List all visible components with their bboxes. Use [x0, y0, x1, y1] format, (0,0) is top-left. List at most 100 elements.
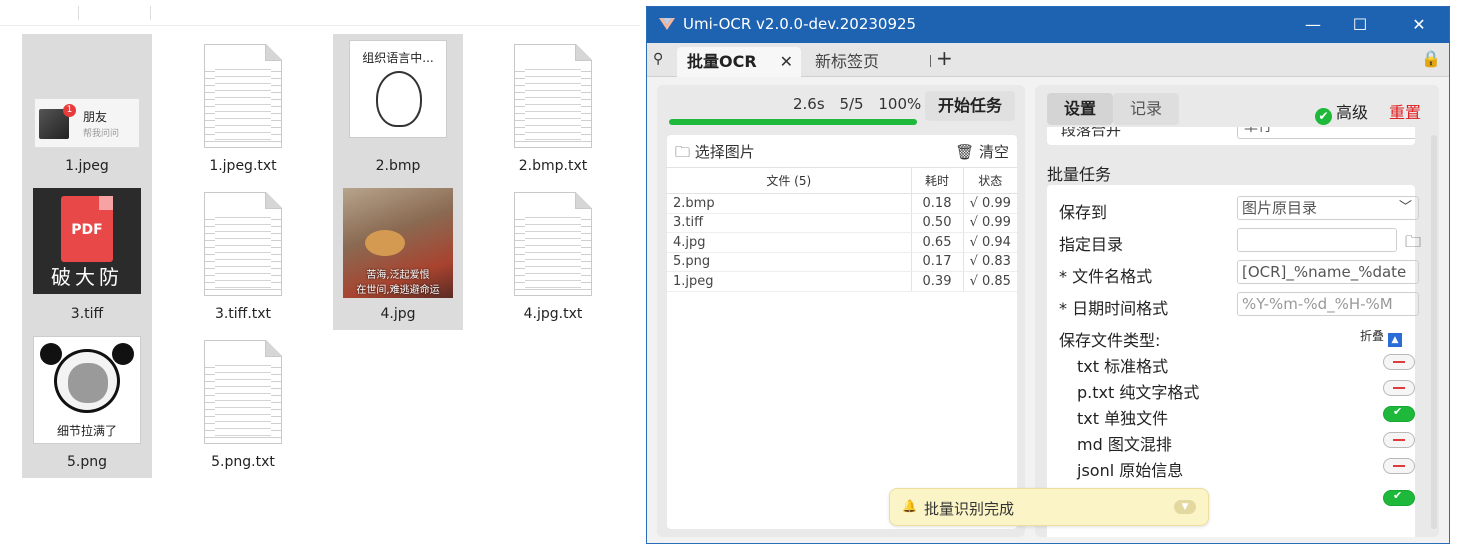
scrollbar[interactable]: [1431, 135, 1437, 529]
thumb-text: 在世间,难逃避命运: [356, 285, 440, 296]
text-document-icon: [204, 192, 282, 296]
tab-close-icon[interactable]: ✕: [780, 47, 793, 77]
tab-records[interactable]: 记录: [1113, 93, 1179, 125]
file-tile-4-jpg-txt[interactable]: 4.jpg.txt: [488, 182, 618, 330]
file-tile-1-jpeg[interactable]: 1 朋友 帮我问问 1.jpeg: [22, 34, 152, 182]
add-tab-button[interactable]: +: [936, 46, 953, 70]
window-title: Umi-OCR v2.0.0-dev.20230925: [683, 15, 917, 33]
tab-settings[interactable]: 设置: [1047, 93, 1113, 125]
toggle-switch[interactable]: [1383, 489, 1415, 506]
cell-time: 0.17: [910, 252, 963, 272]
file-name: 4.jpg: [380, 306, 416, 322]
cell-status: √ 0.99: [962, 193, 1017, 214]
panda-ear: [40, 343, 62, 365]
cell-status: √ 0.99: [962, 213, 1017, 233]
title-bar[interactable]: Umi-OCR v2.0.0-dev.20230925 — ☐ ✕: [647, 7, 1449, 43]
cell-time: 0.65: [910, 232, 963, 253]
minimize-button[interactable]: —: [1300, 13, 1326, 37]
fold-toggle[interactable]: 折叠 ▲: [1360, 327, 1403, 347]
setting-label: 指定目录: [1059, 235, 1124, 254]
save-to-select[interactable]: 图片原目录 ﹀: [1237, 196, 1419, 220]
toggle-switch[interactable]: [1383, 405, 1415, 422]
cell-time: 0.39: [910, 271, 963, 292]
setting-label: * 文件名格式: [1059, 267, 1153, 286]
table-row[interactable]: 2.bmp 0.18 √ 0.99: [667, 193, 1017, 214]
cell-file: 1.jpeg: [667, 271, 911, 292]
maximize-button[interactable]: ☐: [1347, 13, 1373, 37]
filetype-row-jsonl: jsonl 原始信息: [1047, 451, 1415, 481]
table-row[interactable]: 3.tiff 0.50 √ 0.99: [667, 213, 1017, 233]
chevron-down-icon: ﹀: [1398, 200, 1412, 215]
task-panel: 2.6s 5/5 100% 开始任务 🗀 选择图片 🗑 清空 文件 (5) 耗时…: [657, 85, 1025, 537]
image-thumbnail: 1 朋友 帮我问问: [34, 98, 140, 148]
select-value: 图片原目录: [1242, 199, 1318, 217]
umi-ocr-window: Umi-OCR v2.0.0-dev.20230925 — ☐ ✕ ⚲ 批量OC…: [646, 6, 1450, 544]
text-document-icon: [204, 44, 282, 148]
panda-ear: [112, 343, 134, 365]
file-tile-2-bmp[interactable]: 组织语言中... 2.bmp: [333, 34, 463, 182]
table-row[interactable]: 1.jpeg 0.39 √ 0.85: [667, 271, 1017, 292]
column-header-status[interactable]: 状态: [962, 167, 1017, 194]
folder-icon[interactable]: 🗀: [1405, 231, 1421, 258]
reset-button[interactable]: 重置: [1389, 99, 1421, 123]
tab-new-tab[interactable]: 新标签页: [805, 47, 925, 77]
column-divider[interactable]: [150, 6, 151, 20]
select-images-button[interactable]: 🗀 选择图片: [675, 141, 755, 167]
table-row[interactable]: 4.jpg 0.65 √ 0.94: [667, 232, 1017, 253]
notification-badge: 1: [63, 104, 76, 117]
cell-status: √ 0.85: [962, 271, 1017, 292]
text-document-icon: [204, 340, 282, 444]
file-tile-1-jpeg-txt[interactable]: 1.jpeg.txt: [178, 34, 308, 182]
file-name: 3.tiff.txt: [214, 306, 272, 322]
toggle-switch[interactable]: [1383, 380, 1415, 396]
tab-label: 新标签页: [815, 52, 880, 71]
task-stats: 2.6s 5/5 100%: [793, 95, 931, 113]
fold-label: 折叠: [1360, 329, 1385, 343]
column-header-file[interactable]: 文件 (5): [667, 167, 911, 194]
cell-file: 3.tiff: [667, 213, 911, 233]
cell-time: 0.50: [910, 213, 963, 233]
close-window-button[interactable]: ✕: [1406, 13, 1432, 37]
advanced-label: 高级: [1336, 103, 1369, 122]
chevron-down-icon[interactable]: ▼: [1174, 500, 1196, 514]
file-list-panel: 🗀 选择图片 🗑 清空 文件 (5) 耗时 状态 2.bmp 0.18 √ 0.…: [667, 135, 1017, 529]
image-thumbnail: 苦海,泛起爱恨 在世间,难逃避命运: [343, 188, 453, 298]
notification-toast[interactable]: 🔔 批量识别完成 ▼: [889, 488, 1209, 526]
file-tile-2-bmp-txt[interactable]: 2.bmp.txt: [488, 34, 618, 182]
clear-button[interactable]: 🗑 清空: [955, 141, 1009, 162]
bell-icon: 🔔: [902, 499, 917, 513]
file-tile-3-tiff-txt[interactable]: 3.tiff.txt: [178, 182, 308, 330]
cell-status: √ 0.83: [962, 252, 1017, 272]
cell-time: 0.18: [910, 193, 963, 214]
text-document-icon: [514, 44, 592, 148]
explorer-header: [0, 0, 640, 26]
file-tile-5-png[interactable]: 细节拉满了 5.png: [22, 330, 152, 478]
setting-label: 保存到: [1059, 203, 1108, 222]
toggle-switch[interactable]: [1383, 354, 1415, 370]
start-task-button[interactable]: 开始任务: [925, 91, 1015, 121]
toggle-switch[interactable]: [1383, 458, 1415, 474]
column-header-time[interactable]: 耗时: [910, 167, 963, 194]
select-value: 单行: [1244, 127, 1272, 135]
pin-icon[interactable]: ⚲: [653, 51, 663, 67]
tab-batch-ocr[interactable]: 批量OCR ✕: [677, 47, 801, 77]
toggle-switch[interactable]: [1383, 432, 1415, 448]
file-tile-4-jpg[interactable]: 苦海,泛起爱恨 在世间,难逃避命运 4.jpg: [333, 182, 463, 330]
paragraph-merge-select[interactable]: 单行: [1237, 127, 1415, 139]
table-row[interactable]: 5.png 0.17 √ 0.83: [667, 252, 1017, 272]
file-name: 3.tiff: [70, 306, 104, 322]
thumb-text: PDF: [71, 222, 103, 238]
column-divider[interactable]: [78, 6, 79, 20]
cell-file: 5.png: [667, 252, 911, 272]
file-tile-3-tiff[interactable]: PDF 破大防 3.tiff: [22, 182, 152, 330]
paragraph-merge-row: 段落合并 单行: [1047, 127, 1415, 145]
lock-icon[interactable]: 🔒: [1421, 49, 1441, 68]
file-name: 2.bmp.txt: [518, 158, 588, 174]
target-dir-input[interactable]: [1237, 228, 1397, 252]
sketch-face: [376, 71, 422, 127]
datetime-format-input[interactable]: %Y-%m-%d_%H-%M: [1237, 292, 1419, 316]
file-tile-5-png-txt[interactable]: 5.png.txt: [178, 330, 308, 478]
filename-format-input[interactable]: [OCR]_%name_%date: [1237, 260, 1419, 284]
advanced-toggle[interactable]: ✔ 高级: [1315, 99, 1368, 125]
section-title: 批量任务: [1047, 165, 1112, 184]
